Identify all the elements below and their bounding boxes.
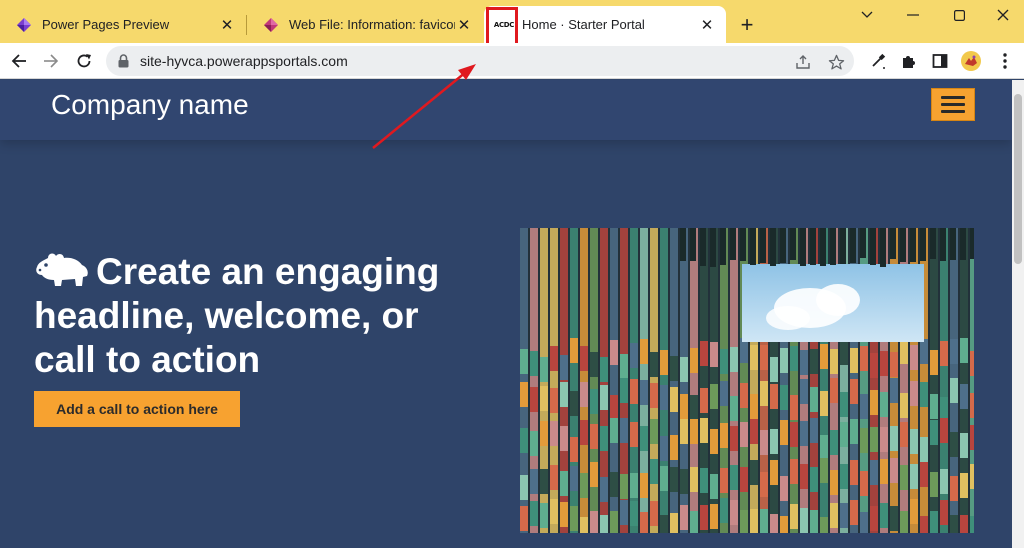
bookmark-star-icon[interactable] [827,53,845,71]
new-tab-button[interactable]: + [734,12,760,38]
favicon-highlight-box [486,7,518,48]
close-icon[interactable]: ✕ [455,16,473,34]
browser-toolbar [0,43,1024,79]
minimize-icon[interactable] [890,0,936,30]
tab-title: Power Pages Preview [42,17,170,32]
side-panel-icon[interactable] [930,51,950,71]
tab-power-pages-preview[interactable]: Power Pages Preview ✕ [0,6,246,43]
scroll-thumb[interactable] [1014,94,1022,264]
page-scrollbar[interactable] [1012,80,1024,548]
site-header: Company name [0,80,1012,140]
close-window-icon[interactable] [980,0,1024,30]
call-to-action-button[interactable]: Add a call to action here [34,391,240,427]
power-pages-icon [264,17,278,32]
hamburger-menu-button[interactable] [931,88,975,121]
power-pages-icon [17,17,31,32]
maximize-icon[interactable] [936,0,982,30]
tab-web-file[interactable]: Web File: Information: favicon.ico ✕ [247,6,483,43]
tab-title: Web File: Information: favicon.ico [289,17,455,32]
profile-avatar-icon[interactable] [961,51,981,71]
extensions-puzzle-icon[interactable] [899,51,919,71]
share-icon[interactable] [794,53,812,71]
close-icon[interactable]: ✕ [698,16,716,34]
more-menu-icon[interactable] [995,51,1015,71]
company-name[interactable]: Company name [51,89,249,121]
tab-title: Home · Starter Portal [522,17,645,32]
tab-home-starter-portal[interactable]: ACDC Home · Starter Portal ✕ [484,6,726,43]
hero-building-image [520,228,974,533]
hamburger-line [941,110,965,113]
hero-headline: Create an engaging headline, welcome, or… [34,251,440,380]
address-bar[interactable] [106,46,854,76]
eyedropper-icon[interactable] [868,51,888,71]
url-input[interactable] [140,53,740,69]
forward-arrow-icon[interactable] [37,47,65,75]
back-arrow-icon[interactable] [5,47,33,75]
hamburger-line [941,96,965,99]
reload-icon[interactable] [70,47,98,75]
hamburger-line [941,103,965,106]
close-icon[interactable]: ✕ [218,16,236,34]
portal-page: Company name Create an engaging headline… [0,80,1012,548]
lock-icon [118,54,129,68]
tab-search-icon[interactable] [844,0,890,30]
